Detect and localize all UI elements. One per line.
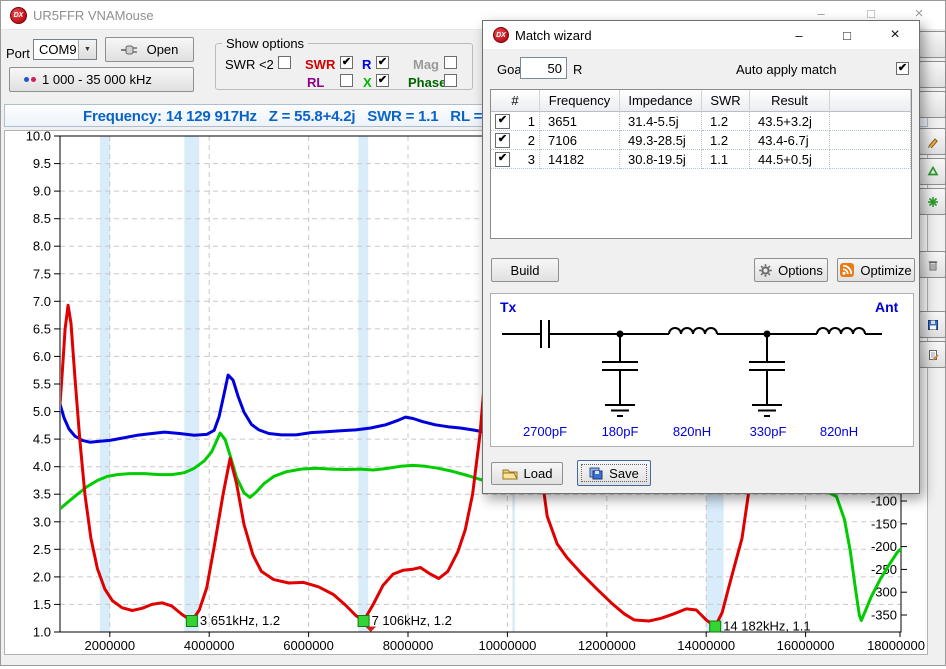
goal-input[interactable]	[520, 57, 567, 79]
match-points-table[interactable]: #FrequencyImpedanceSWRResult 1 365131.4-5.…	[490, 89, 912, 239]
option-label-rl: RL	[307, 75, 324, 90]
chevron-down-icon[interactable]: ▼	[78, 40, 96, 59]
save-focus-rect	[581, 464, 647, 482]
save-button[interactable]: Save	[577, 460, 651, 486]
option-label-swr: SWR	[305, 57, 335, 72]
dialog-minimize-button[interactable]: –	[786, 25, 812, 45]
row-impedance: 31.4-5.5j	[620, 112, 702, 131]
row-result: 44.5+0.5j	[750, 150, 830, 169]
option-checkbox-mag[interactable]	[444, 56, 457, 69]
row-number: 2	[528, 133, 535, 148]
option-checkbox-phase[interactable]	[444, 74, 457, 87]
option-label-phase: Phase	[408, 75, 446, 90]
app-logo-icon: DX	[10, 7, 27, 24]
row-checkbox[interactable]	[495, 114, 510, 129]
table-header-blank[interactable]	[830, 90, 911, 112]
gear-icon	[759, 264, 772, 277]
match-wizard-dialog: DX Match wizard – □ × Goal R Auto apply …	[482, 20, 920, 494]
side-toolbar-button-floppy-icon[interactable]	[919, 311, 946, 338]
row-swr: 1.2	[702, 112, 750, 131]
dialog-close-button[interactable]: ×	[882, 25, 908, 45]
row-number: 3	[528, 152, 535, 167]
row-impedance: 49.3-28.5j	[620, 131, 702, 150]
goal-unit: R	[573, 62, 582, 77]
component-value: 330pF	[750, 424, 787, 439]
option-label-swr-2: SWR <2	[225, 57, 274, 72]
option-checkbox-r[interactable]	[376, 56, 389, 69]
option-label-x: X	[363, 75, 372, 90]
load-button[interactable]: Load	[491, 462, 563, 485]
build-button-label: Build	[511, 263, 540, 278]
row-checkbox[interactable]	[495, 133, 510, 148]
row-frequency: 7106	[540, 131, 620, 150]
dialog-titlebar: DX Match wizard – □ ×	[483, 21, 919, 49]
dialog-maximize-button[interactable]: □	[834, 25, 860, 45]
row-checkbox[interactable]	[495, 152, 510, 167]
dialog-title: Match wizard	[515, 28, 592, 43]
open-button-label: Open	[147, 42, 179, 57]
optimize-icon	[840, 263, 854, 277]
option-checkbox-swr-2[interactable]	[278, 56, 291, 69]
row-blank	[830, 150, 911, 169]
open-button[interactable]: Open	[105, 37, 194, 62]
table-row[interactable]: 1 365131.4-5.5j1.243.5+3.2j	[491, 112, 911, 131]
table-header-Result[interactable]: Result	[750, 90, 830, 112]
optimize-button[interactable]: Optimize	[837, 258, 915, 282]
status-text: Frequency: 14 129 917Hz Z = 55.8+4.2j SW…	[83, 108, 491, 125]
port-label: Port	[6, 46, 30, 61]
option-label-mag: Mag	[413, 57, 439, 72]
option-checkbox-x[interactable]	[376, 74, 389, 87]
options-button-label: Options	[778, 263, 823, 278]
row-frequency: 3651	[540, 112, 620, 131]
row-impedance: 30.8-19.5j	[620, 150, 702, 169]
row-result: 43.5+3.2j	[750, 112, 830, 131]
side-toolbar-button-branch-icon[interactable]	[919, 188, 946, 215]
row-blank	[830, 131, 911, 150]
scan-range-button[interactable]: 1 000 - 35 000 kHz	[9, 67, 194, 92]
scan-range-label: 1 000 - 35 000 kHz	[42, 72, 152, 87]
row-number: 1	[528, 114, 535, 129]
table-header-#[interactable]: #	[491, 90, 540, 112]
build-button[interactable]: Build	[491, 258, 559, 282]
side-toolbar-button-blank-icon[interactable]	[919, 61, 946, 88]
component-value: 820nH	[820, 424, 858, 439]
show-options-title: Show options	[222, 36, 308, 51]
port-value: COM9	[39, 42, 77, 57]
component-value: 820nH	[673, 424, 711, 439]
side-toolbar-button-blank-icon[interactable]	[919, 31, 946, 58]
row-frequency: 14182	[540, 150, 620, 169]
range-dots-icon	[24, 77, 36, 82]
row-swr: 1.2	[702, 131, 750, 150]
table-header-Frequency[interactable]: Frequency	[540, 90, 620, 112]
table-row[interactable]: 2 710649.3-28.5j1.243.4-6.7j	[491, 131, 911, 150]
circuit-panel: Tx Ant 2700pF180pF820nH330pF820nH	[490, 293, 914, 447]
option-checkbox-rl[interactable]	[340, 74, 353, 87]
side-toolbar-button-pencil-icon[interactable]	[919, 128, 946, 155]
option-label-r: R	[362, 57, 371, 72]
optimize-button-label: Optimize	[860, 263, 911, 278]
auto-apply-label: Auto apply match	[736, 62, 836, 77]
options-button[interactable]: Options	[754, 258, 828, 282]
table-row[interactable]: 3 1418230.8-19.5j1.144.5+0.5j	[491, 150, 911, 169]
table-header-SWR[interactable]: SWR	[702, 90, 750, 112]
component-value: 2700pF	[523, 424, 567, 439]
row-result: 43.4-6.7j	[750, 131, 830, 150]
port-combobox[interactable]: COM9 ▼	[33, 39, 97, 60]
component-value: 180pF	[602, 424, 639, 439]
load-button-label: Load	[524, 466, 553, 481]
row-blank	[830, 112, 911, 131]
table-header-Impedance[interactable]: Impedance	[620, 90, 702, 112]
dialog-logo-icon: DX	[493, 27, 509, 43]
side-toolbar-button-trash-icon[interactable]	[919, 251, 946, 278]
auto-apply-checkbox[interactable]	[896, 62, 909, 75]
side-toolbar-button-blank-icon[interactable]	[919, 91, 946, 118]
row-swr: 1.1	[702, 150, 750, 169]
side-toolbar-button-recycle-icon[interactable]	[919, 158, 946, 185]
folder-open-icon	[502, 468, 518, 480]
app-title: UR5FFR VNAMouse	[33, 8, 154, 23]
option-checkbox-swr[interactable]	[340, 56, 353, 69]
plug-icon	[121, 44, 141, 56]
side-toolbar-button-doc-icon[interactable]	[919, 341, 946, 368]
